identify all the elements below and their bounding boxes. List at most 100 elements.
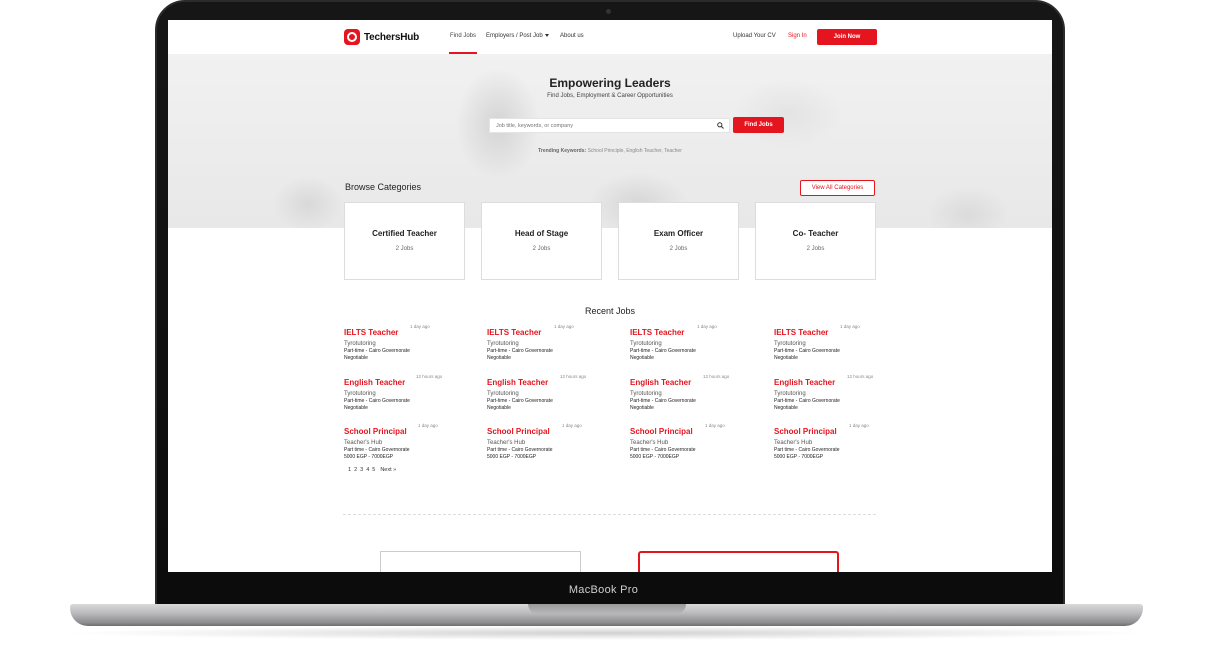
nav-upload-cv[interactable]: Upload Your CV	[733, 33, 776, 39]
trending-label: Trending Keywords:	[538, 148, 587, 154]
next-page-link[interactable]: Next »	[380, 467, 396, 473]
job-title[interactable]: English Teacher	[344, 378, 405, 387]
job-listing[interactable]: IELTS Teacher 1 day ago Tyrotutoring Par…	[774, 322, 904, 361]
hero-title: Empowering Leaders	[549, 76, 671, 90]
find-jobs-button[interactable]: Find Jobs	[733, 117, 784, 133]
job-listing[interactable]: School Principal 1 day ago Teacher's Hub…	[630, 421, 760, 460]
job-company: Tyrotutoring	[630, 391, 662, 397]
job-company: Teacher's Hub	[774, 440, 813, 446]
device-label: MacBook Pro	[568, 584, 639, 596]
job-listing[interactable]: School Principal 1 day ago Teacher's Hub…	[487, 421, 617, 460]
logo-icon	[344, 29, 360, 45]
search-icon[interactable]	[717, 122, 724, 129]
brand-logo[interactable]: TechersHub	[344, 29, 419, 45]
job-title[interactable]: English Teacher	[487, 378, 548, 387]
job-listing[interactable]: English Teacher 12 hours ago Tyrotutorin…	[774, 372, 904, 411]
category-card[interactable]: Head of Stage 2 Jobs	[481, 202, 602, 280]
page-3-link[interactable]: 3	[360, 467, 363, 473]
job-salary: 5000 EGP - 7000EGP	[344, 454, 394, 460]
job-type-location: Part time - Cairo Governorate	[487, 447, 553, 453]
job-listing[interactable]: English Teacher 12 hours ago Tyrotutorin…	[630, 372, 760, 411]
page-1-link[interactable]: 1	[348, 467, 351, 473]
page-5-link[interactable]: 5	[372, 467, 375, 473]
job-title[interactable]: IELTS Teacher	[344, 328, 398, 337]
job-title[interactable]: IELTS Teacher	[774, 328, 828, 337]
job-listing[interactable]: IELTS Teacher 1 day ago Tyrotutoring Par…	[487, 322, 617, 361]
job-company: Teacher's Hub	[344, 440, 383, 446]
category-count: 2 Jobs	[669, 246, 688, 252]
job-listing[interactable]: English Teacher 12 hours ago Tyrotutorin…	[344, 372, 474, 411]
recent-jobs-title: Recent Jobs	[584, 306, 636, 316]
join-now-button[interactable]: Join Now	[817, 29, 877, 45]
laptop-shadow	[60, 626, 1153, 640]
job-company: Tyrotutoring	[344, 391, 376, 397]
job-salary: Negotiable	[774, 405, 798, 411]
footer-card-left[interactable]	[380, 551, 581, 572]
job-age: 12 hours ago	[416, 374, 443, 379]
job-listing[interactable]: School Principal 1 day ago Teacher's Hub…	[344, 421, 474, 460]
job-salary: 5000 EGP - 7000EGP	[487, 454, 537, 460]
job-title[interactable]: IELTS Teacher	[630, 328, 684, 337]
job-listing[interactable]: English Teacher 12 hours ago Tyrotutorin…	[487, 372, 617, 411]
job-type-location: Part time - Cairo Governorate	[774, 447, 840, 453]
hero-subtitle: Find Jobs, Employment & Career Opportuni…	[547, 93, 673, 99]
camera-dot	[606, 9, 611, 14]
category-name: Exam Officer	[653, 229, 704, 238]
job-type-location: Part time - Cairo Governorate	[344, 447, 410, 453]
job-type-location: Part-time - Cairo Governorate	[630, 398, 696, 404]
job-company: Tyrotutoring	[774, 391, 806, 397]
job-age: 1 day ago	[705, 423, 725, 428]
page-2-link[interactable]: 2	[354, 467, 357, 473]
category-count: 2 Jobs	[395, 246, 414, 252]
job-title[interactable]: School Principal	[630, 427, 693, 436]
browse-categories-title: Browse Categories	[345, 182, 422, 192]
category-name: Co- Teacher	[792, 229, 839, 238]
job-title[interactable]: School Principal	[487, 427, 550, 436]
footer-card-right[interactable]	[638, 551, 839, 572]
category-card[interactable]: Certified Teacher 2 Jobs	[344, 202, 465, 280]
job-listing[interactable]: School Principal 1 day ago Teacher's Hub…	[774, 421, 904, 460]
category-card[interactable]: Co- Teacher 2 Jobs	[755, 202, 876, 280]
category-count: 2 Jobs	[806, 246, 825, 252]
job-age: 12 hours ago	[847, 374, 874, 379]
pagination: 1 2 3 4 5 Next »	[348, 467, 396, 473]
job-salary: Negotiable	[630, 355, 654, 361]
job-salary: Negotiable	[487, 355, 511, 361]
job-title[interactable]: English Teacher	[774, 378, 835, 387]
nav-employers[interactable]: Employers / Post Job	[486, 33, 549, 39]
job-company: Teacher's Hub	[630, 440, 669, 446]
job-age: 1 day ago	[418, 423, 438, 428]
job-listing[interactable]: IELTS Teacher 1 day ago Tyrotutoring Par…	[344, 322, 474, 361]
job-age: 12 hours ago	[560, 374, 587, 379]
category-card[interactable]: Exam Officer 2 Jobs	[618, 202, 739, 280]
nav-find-jobs[interactable]: Find Jobs	[450, 33, 476, 39]
job-salary: 5000 EGP - 7000EGP	[630, 454, 680, 460]
search-input[interactable]	[496, 122, 711, 130]
nav-sign-in[interactable]: Sign In	[788, 33, 807, 39]
page-4-link[interactable]: 4	[366, 467, 369, 473]
job-company: Tyrotutoring	[344, 341, 376, 347]
job-salary: 5000 EGP - 7000EGP	[774, 454, 824, 460]
job-salary: Negotiable	[774, 355, 798, 361]
job-salary: Negotiable	[630, 405, 654, 411]
job-listing[interactable]: IELTS Teacher 1 day ago Tyrotutoring Par…	[630, 322, 760, 361]
job-title[interactable]: School Principal	[774, 427, 837, 436]
nav-employers-label: Employers / Post Job	[486, 33, 543, 39]
job-title[interactable]: School Principal	[344, 427, 407, 436]
trending-values[interactable]: School Principle, English Teacher, Teach…	[588, 148, 682, 154]
laptop-notch	[528, 604, 686, 614]
job-company: Teacher's Hub	[487, 440, 526, 446]
nav-about[interactable]: About us	[560, 33, 584, 39]
job-title[interactable]: English Teacher	[630, 378, 691, 387]
job-company: Tyrotutoring	[487, 391, 519, 397]
chevron-down-icon	[544, 33, 549, 37]
job-type-location: Part time - Cairo Governorate	[630, 447, 696, 453]
view-all-categories-button[interactable]: View All Categories	[800, 180, 875, 196]
job-type-location: Part-time - Cairo Governorate	[774, 398, 840, 404]
job-title[interactable]: IELTS Teacher	[487, 328, 541, 337]
category-name: Certified Teacher	[372, 229, 437, 238]
job-search-box[interactable]	[489, 118, 730, 133]
job-age: 1 day ago	[697, 324, 717, 329]
job-age: 1 day ago	[554, 324, 574, 329]
category-name: Head of Stage	[514, 229, 569, 238]
